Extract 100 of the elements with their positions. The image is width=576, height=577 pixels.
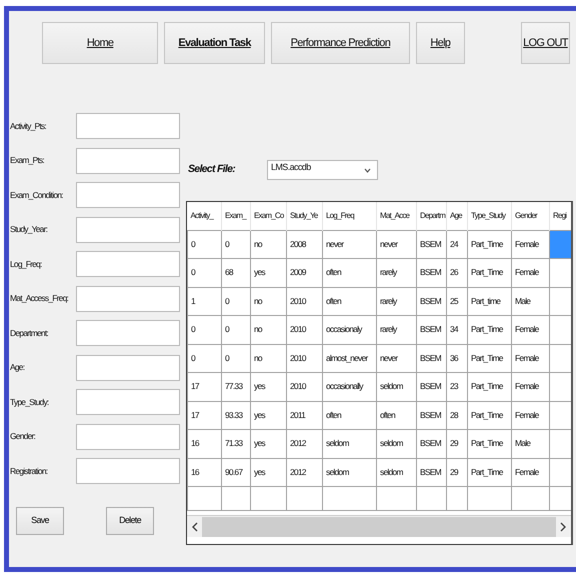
column-header[interactable]: Log_Freq <box>322 202 376 230</box>
input-field[interactable] <box>76 286 180 312</box>
dropdown-chevron-icon <box>364 168 371 173</box>
table-cell: 23 <box>446 372 468 401</box>
table-cell: Part_Time <box>468 344 512 372</box>
table-cell[interactable] <box>550 230 571 258</box>
field-label: Exam_Pts: <box>10 154 45 167</box>
input-field[interactable] <box>76 216 180 242</box>
table-cell: 0 <box>222 230 250 258</box>
scrollbar-thumb[interactable] <box>202 516 556 536</box>
table-cell: seldom <box>376 430 416 458</box>
column-header[interactable]: Departm <box>416 202 446 230</box>
table-cell: 26 <box>446 258 468 287</box>
delete-button[interactable]: Delete <box>106 507 154 535</box>
field-label: Study_Year: <box>10 223 48 236</box>
table-cell: BSEM <box>416 258 446 287</box>
table-cell: 28 <box>446 401 468 430</box>
input-field[interactable] <box>76 251 180 277</box>
logout-button[interactable]: LOG OUT <box>520 22 570 64</box>
table-cell: 36 <box>446 344 468 372</box>
table-cell: 93.33 <box>222 401 250 430</box>
input-field[interactable] <box>76 113 180 139</box>
table-cell: 16 <box>188 458 222 486</box>
table-cell: seldom <box>376 372 416 401</box>
nav-tab[interactable]: Home <box>42 22 158 64</box>
file-dropdown[interactable]: LMS.accdb <box>267 160 378 180</box>
input-field[interactable] <box>76 389 180 415</box>
input-field[interactable] <box>76 354 180 380</box>
table-cell: Part_Time <box>468 258 512 287</box>
column-header[interactable]: Gender <box>512 202 550 230</box>
table-cell: 24 <box>446 230 468 258</box>
scroll-left-icon[interactable] <box>192 522 198 532</box>
table-cell: 2012 <box>286 458 322 486</box>
column-header[interactable]: Activity_ <box>188 202 222 230</box>
table-cell: never <box>376 344 416 372</box>
column-header[interactable]: Exam_ <box>222 202 250 230</box>
table-cell: 0 <box>188 230 222 258</box>
table-cell: rarely <box>376 287 416 316</box>
table-cell: BSEM <box>416 344 446 372</box>
field-label: Department: <box>10 326 49 340</box>
table-cell: Female <box>512 372 550 401</box>
table-cell: Part_time <box>468 287 512 316</box>
input-field[interactable] <box>76 320 180 346</box>
table-cell: often <box>376 401 416 430</box>
table-cell: Part_Time <box>468 230 512 258</box>
nav-tab[interactable]: Evaluation Task <box>164 22 265 64</box>
table-cell: 1 <box>188 287 222 316</box>
table-cell: BSEM <box>416 372 446 401</box>
select-file-label: Select File: <box>188 162 236 178</box>
table-cell: 0 <box>188 316 222 344</box>
field-label: Mat_Access_Freq: <box>10 292 70 305</box>
table-cell: Male <box>512 287 550 316</box>
input-field[interactable] <box>76 148 180 174</box>
column-header[interactable]: Mat_Acce <box>376 202 416 230</box>
column-header[interactable]: Study_Ye <box>286 202 322 230</box>
table-cell: Female <box>512 316 550 344</box>
table-cell: 2010 <box>286 344 322 372</box>
column-header[interactable]: Exam_Co <box>250 202 286 230</box>
table-cell: yes <box>250 458 286 486</box>
input-field[interactable] <box>76 458 180 484</box>
table-cell: 25 <box>446 287 468 316</box>
field-label: Type_Study: <box>10 396 50 408</box>
table-cell: 29 <box>446 430 468 458</box>
table-cell: often <box>322 258 376 287</box>
table-cell: 2009 <box>286 258 322 287</box>
table-cell: 0 <box>222 316 250 344</box>
field-label: Age: <box>10 361 26 374</box>
table-cell: 0 <box>222 344 250 372</box>
table-cell: no <box>250 287 286 316</box>
table-cell: 77.33 <box>222 372 250 401</box>
table-cell: BSEM <box>416 430 446 458</box>
field-label: Gender: <box>10 430 36 443</box>
table-cell: 2010 <box>286 372 322 401</box>
table-cell: Part_Time <box>468 458 512 486</box>
table-cell: occasionally <box>322 372 376 401</box>
table-cell: yes <box>250 401 286 430</box>
save-button[interactable]: Save <box>16 507 64 535</box>
nav-tab[interactable]: Help <box>416 22 465 64</box>
table-cell: often <box>322 401 376 430</box>
table-cell: BSEM <box>416 287 446 316</box>
nav-tab[interactable]: Performance Prediction <box>270 22 410 64</box>
input-field[interactable] <box>76 424 180 450</box>
input-field[interactable] <box>76 182 180 208</box>
table-cell: never <box>376 230 416 258</box>
table-cell: Female <box>512 458 550 486</box>
table-cell: no <box>250 230 286 258</box>
field-label: Log_Freq: <box>10 258 43 270</box>
scroll-right-icon[interactable] <box>560 522 566 532</box>
table-cell: BSEM <box>416 458 446 486</box>
column-header[interactable]: Type_Study <box>468 202 512 230</box>
horizontal-scrollbar[interactable] <box>187 515 571 537</box>
table-cell: 0 <box>188 258 222 287</box>
table-cell: BSEM <box>416 316 446 344</box>
column-header[interactable]: Regi <box>550 202 571 230</box>
table-cell: almost_never <box>322 344 376 372</box>
table-cell: Female <box>512 344 550 372</box>
column-header[interactable]: Age <box>446 202 468 230</box>
table-cell: seldom <box>322 430 376 458</box>
table-cell: often <box>322 287 376 316</box>
table-cell: 2010 <box>286 316 322 344</box>
